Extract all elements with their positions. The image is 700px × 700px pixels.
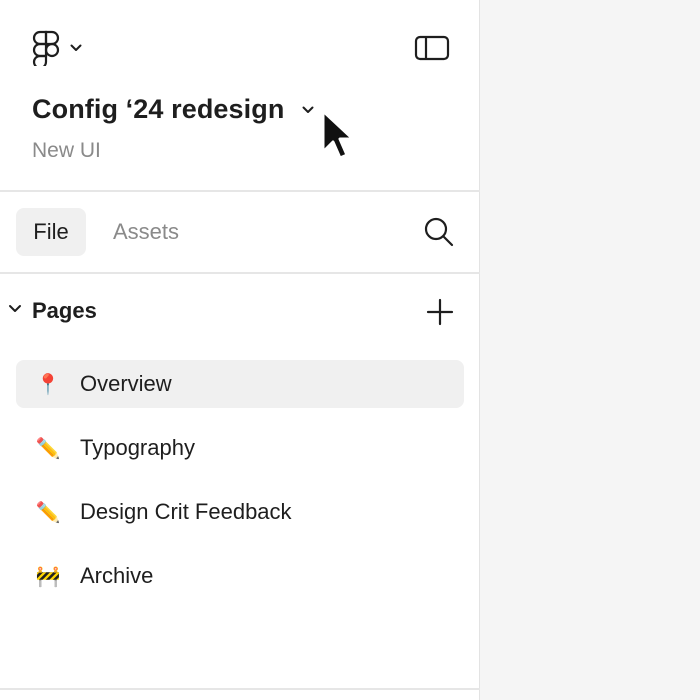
page-item-overview[interactable]: 📍 Overview: [16, 360, 464, 408]
pages-label: Pages: [32, 298, 97, 323]
page-item-archive[interactable]: 🚧 Archive: [16, 552, 464, 600]
plus-icon: [426, 298, 454, 326]
pin-icon: 📍: [35, 372, 61, 396]
chevron-down-icon[interactable]: [8, 304, 22, 314]
chevron-down-icon: [302, 106, 314, 113]
page-item-design-crit-feedback[interactable]: ✏️ Design Crit Feedback: [16, 488, 464, 536]
tab-file[interactable]: File: [16, 208, 86, 256]
left-panel: Config ‘24 redesign New UI File Assets P…: [0, 0, 480, 700]
sidebar-toggle-button[interactable]: [414, 34, 450, 62]
page-item-label: Overview: [80, 371, 172, 396]
page-item-label: Design Crit Feedback: [80, 499, 292, 524]
main-menu-button[interactable]: [32, 30, 82, 66]
tab-assets[interactable]: Assets: [98, 208, 194, 256]
sidebar-toggle-icon: [414, 35, 450, 61]
figma-logo-icon: [32, 30, 60, 66]
file-title: Config ‘24 redesign: [32, 94, 285, 124]
header-divider: [0, 190, 480, 192]
pages-section-header: Pages: [0, 292, 480, 332]
tab-assets-label: Assets: [112, 219, 180, 244]
canvas-area[interactable]: [481, 0, 700, 700]
pencil-icon: ✏️: [35, 500, 61, 524]
chevron-down-icon: [70, 44, 82, 51]
file-title-button[interactable]: Config ‘24 redesign: [32, 94, 314, 125]
page-item-typography[interactable]: ✏️ Typography: [16, 424, 464, 472]
search-icon: [424, 217, 454, 247]
construction-icon: 🚧: [35, 564, 61, 588]
pencil-icon: ✏️: [35, 436, 61, 460]
search-button[interactable]: [420, 213, 458, 251]
tab-file-label: File: [33, 219, 69, 244]
tabs-divider: [0, 272, 480, 274]
add-page-button[interactable]: [424, 296, 456, 328]
page-item-label: Typography: [80, 435, 195, 460]
pages-bottom-divider: [0, 688, 480, 690]
project-name[interactable]: New UI: [32, 139, 101, 163]
page-item-label: Archive: [80, 563, 154, 588]
